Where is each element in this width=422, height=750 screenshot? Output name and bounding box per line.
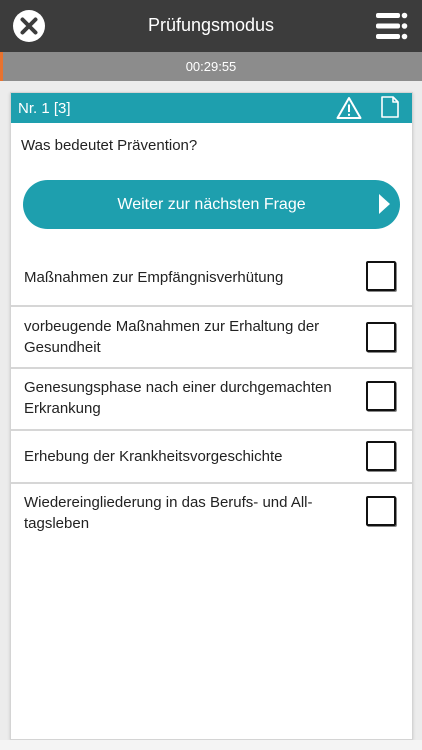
answer-checkbox[interactable]	[366, 381, 396, 411]
close-button[interactable]	[12, 9, 46, 43]
question-number: Nr. 1 [3]	[18, 100, 71, 117]
answer-text: Wiedereingliederung in das Berufs- und A…	[24, 494, 313, 532]
answer-checkbox[interactable]	[366, 496, 396, 526]
answer-list: Maßnahmen zur Empfängnisverhütung vorbeu…	[11, 250, 412, 544]
answer-checkbox[interactable]	[366, 441, 396, 471]
menu-list-icon	[376, 12, 408, 40]
answer-option[interactable]: Genesungsphase nach einer durchgemachten…	[11, 367, 412, 429]
answer-text: Maßnahmen zur Empfängnisverhütung	[24, 269, 284, 286]
timer-bar: 00:29:55	[0, 52, 422, 81]
report-warning-button[interactable]	[336, 96, 362, 120]
answer-checkbox[interactable]	[366, 261, 396, 291]
bottom-strip	[0, 740, 422, 750]
question-card: Nr. 1 [3] Was bedeutet Prävention? Weite…	[10, 92, 413, 740]
next-question-button[interactable]: Weiter zur nächsten Frage	[23, 180, 400, 229]
warning-icon	[336, 97, 362, 119]
top-bar: Prüfungsmodus	[0, 0, 422, 52]
timer-text: 00:29:55	[185, 59, 237, 74]
next-question-label: Weiter zur nächsten Frage	[117, 196, 306, 213]
note-icon	[381, 96, 399, 118]
answer-checkbox[interactable]	[366, 322, 396, 352]
chevron-right-icon	[379, 194, 390, 214]
answer-option[interactable]: Maßnahmen zur Empfängnisverhütung	[11, 250, 412, 305]
answer-option[interactable]: vorbeugende Maßnahmen zur Erhaltung der …	[11, 305, 412, 367]
question-text: Was bedeutet Prävention?	[21, 137, 198, 154]
question-header: Nr. 1 [3]	[11, 93, 412, 123]
answer-text: vorbeugende Maßnahmen zur Erhaltung der …	[24, 318, 320, 356]
answer-text: Genesungsphase nach einer durchgemachten…	[24, 379, 332, 417]
answer-text: Erhebung der Krankheitsvorgeschichte	[24, 448, 283, 465]
menu-button[interactable]	[376, 11, 408, 41]
timer-progress-indicator	[0, 52, 3, 81]
page-title: Prüfungsmodus	[147, 15, 275, 35]
note-button[interactable]	[380, 96, 400, 118]
answer-option[interactable]: Wiedereingliederung in das Berufs- und A…	[11, 482, 412, 544]
close-circle-icon	[13, 10, 45, 42]
answer-option[interactable]: Erhebung der Krankheitsvorgeschichte	[11, 429, 412, 482]
